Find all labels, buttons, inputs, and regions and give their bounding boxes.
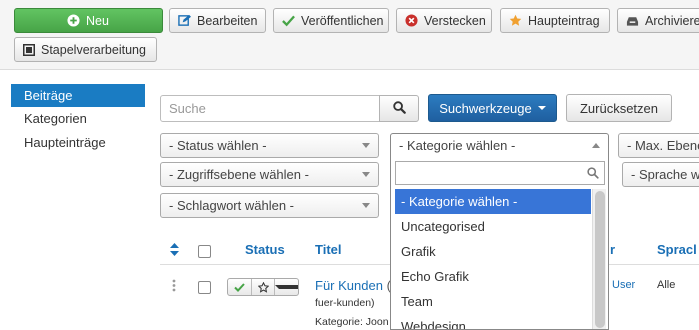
max-levels-filter-value: - Max. Ebenen - <box>627 138 699 153</box>
times-circle-icon <box>405 14 418 27</box>
language-column-header[interactable]: Spracl <box>657 242 697 257</box>
chevron-down-icon <box>362 172 370 177</box>
title-column-header[interactable]: Titel <box>315 242 342 257</box>
chevron-down-icon <box>362 143 370 148</box>
chevron-down-icon <box>362 203 370 208</box>
category-option[interactable]: Echo Grafik <box>395 264 591 289</box>
article-title-link[interactable]: Für Kunden <box>315 278 383 293</box>
category-option[interactable]: Team <box>395 289 591 314</box>
search-icon <box>392 100 406 117</box>
article-author-link[interactable]: User <box>612 279 635 291</box>
chevron-up-icon <box>592 143 600 148</box>
row-checkbox[interactable] <box>198 281 211 294</box>
access-filter-select[interactable]: - Zugriffsebene wählen - <box>160 162 379 187</box>
unpublish-button[interactable]: Verstecken <box>396 8 492 33</box>
category-filter-value: - Kategorie wählen - <box>399 138 516 153</box>
actions-dropdown-toggle[interactable] <box>275 279 299 295</box>
edit-button-label: Bearbeiten <box>197 13 258 28</box>
category-dropdown-scrollbar[interactable] <box>592 189 606 329</box>
author-column-header[interactable]: r <box>610 242 615 257</box>
language-filter-select[interactable]: - Sprache wählen - <box>622 162 699 187</box>
sidebar-item-label: Beiträge <box>24 88 73 103</box>
check-icon <box>282 15 295 27</box>
sidebar-item-label: Kategorien <box>24 111 87 126</box>
toolbar: Neu Bearbeiten Veröffentlichen Verstecke… <box>0 0 699 70</box>
archive-button-label: Archivieren <box>645 13 699 28</box>
status-column-header[interactable]: Status <box>245 242 285 257</box>
max-levels-filter-select[interactable]: - Max. Ebenen - <box>618 133 699 158</box>
featured-button-label: Haupteintrag <box>528 13 600 28</box>
row-status-buttons <box>227 278 299 296</box>
edit-icon <box>178 14 191 27</box>
sidebar-item-categories[interactable]: Kategorien <box>11 107 145 130</box>
category-options-list: - Kategorie wählen - Uncategorised Grafi… <box>395 189 591 329</box>
sort-order-icon[interactable] <box>170 243 179 259</box>
status-filter-value: - Status wählen - <box>169 138 267 153</box>
reset-button[interactable]: Zurücksetzen <box>566 94 672 122</box>
status-filter-select[interactable]: - Status wählen - <box>160 133 379 158</box>
published-toggle[interactable] <box>228 279 252 295</box>
tag-filter-value: - Schlagwort wählen - <box>169 198 294 213</box>
access-filter-value: - Zugriffsebene wählen - <box>169 167 309 182</box>
search-tools-button[interactable]: Suchwerkzeuge <box>428 94 557 122</box>
search-input[interactable] <box>160 95 380 122</box>
article-title-line: Für Kunden ( <box>315 278 391 293</box>
category-option[interactable]: Webdesign <box>395 314 591 329</box>
language-filter-value: - Sprache wählen - <box>631 167 699 182</box>
batch-button-label: Stapelverarbeitung <box>41 42 146 57</box>
select-all-checkbox[interactable] <box>198 245 211 258</box>
unpublish-button-label: Verstecken <box>424 13 486 28</box>
category-option[interactable]: - Kategorie wählen - <box>395 189 591 214</box>
archive-button[interactable]: Archivieren <box>617 8 699 33</box>
article-alias: fuer-kunden) <box>315 297 375 309</box>
star-icon <box>509 14 522 27</box>
check-icon <box>234 282 245 292</box>
star-outline-icon <box>257 281 269 293</box>
edit-button[interactable]: Bearbeiten <box>169 8 266 33</box>
article-category: Kategorie: Joon <box>315 316 389 328</box>
new-button[interactable]: Neu <box>14 8 163 33</box>
category-option[interactable]: Grafik <box>395 239 591 264</box>
category-dropdown-search[interactable] <box>395 161 605 185</box>
new-button-label: Neu <box>86 13 109 28</box>
publish-button[interactable]: Veröffentlichen <box>273 8 389 33</box>
plus-circle-icon <box>67 14 80 27</box>
scrollbar-thumb[interactable] <box>595 191 605 328</box>
featured-toggle[interactable] <box>252 279 276 295</box>
featured-button[interactable]: Haupteintrag <box>500 8 610 33</box>
category-option[interactable]: Uncategorised <box>395 214 591 239</box>
tag-filter-select[interactable]: - Schlagwort wählen - <box>160 193 379 218</box>
caret-down-icon <box>537 106 546 110</box>
sidebar-item-featured[interactable]: Haupteinträge <box>11 131 145 154</box>
caret-down-icon <box>275 285 299 289</box>
search-tools-label: Suchwerkzeuge <box>439 100 532 116</box>
archive-icon <box>626 15 639 27</box>
batch-button[interactable]: Stapelverarbeitung <box>14 37 157 62</box>
article-language: Alle <box>657 279 676 291</box>
sidebar-item-label: Haupteinträge <box>24 135 106 150</box>
reset-button-label: Zurücksetzen <box>579 100 659 116</box>
drag-handle-icon[interactable] <box>172 279 176 295</box>
search-button[interactable] <box>379 95 419 122</box>
publish-button-label: Veröffentlichen <box>301 13 384 28</box>
search-icon <box>587 167 599 182</box>
sidebar-item-articles[interactable]: Beiträge <box>11 84 145 107</box>
category-filter-select[interactable]: - Kategorie wählen - <box>390 133 609 158</box>
category-dropdown: - Kategorie wählen - Uncategorised Grafi… <box>390 157 609 330</box>
checkbox-stack-icon <box>23 43 35 56</box>
